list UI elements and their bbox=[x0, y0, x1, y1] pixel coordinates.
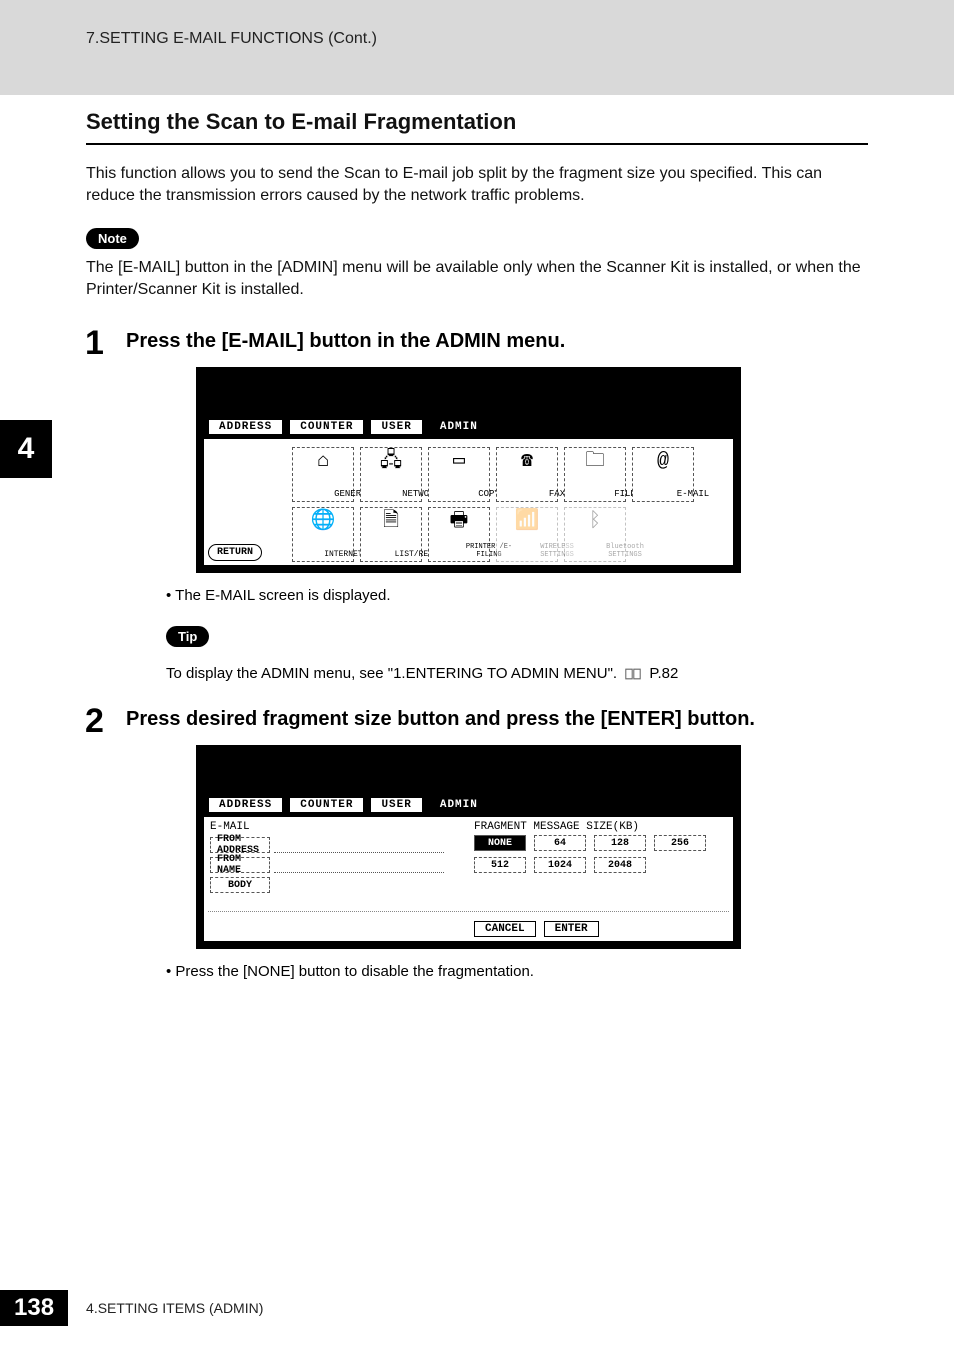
book-icon bbox=[625, 668, 641, 680]
tab-counter-2[interactable]: COUNTER bbox=[289, 797, 364, 813]
note-badge: Note bbox=[86, 228, 139, 249]
general-icon: ⌂ bbox=[317, 452, 329, 472]
copy-icon: ▭ bbox=[453, 452, 465, 472]
size-2048-button[interactable]: 2048 bbox=[594, 857, 646, 873]
internet-fax-icon: 🌐 bbox=[311, 512, 336, 532]
general-button[interactable]: ⌂GENERAL bbox=[292, 447, 354, 502]
email-button[interactable]: @E-MAIL bbox=[632, 447, 694, 502]
enter-button[interactable]: ENTER bbox=[544, 921, 599, 937]
file-button[interactable]: 🗀FILE bbox=[564, 447, 626, 502]
printer-icon: 🖶 bbox=[450, 512, 469, 532]
section-rule bbox=[86, 143, 868, 145]
bluetooth-settings-button: ᛒBluetooth SETTINGS bbox=[564, 507, 626, 562]
tip-text-content: To display the ADMIN menu, see "1.ENTERI… bbox=[166, 665, 617, 682]
step-number-2: 2 bbox=[85, 702, 104, 741]
network-icon: 🖧 bbox=[380, 452, 402, 472]
size-64-button[interactable]: 64 bbox=[534, 835, 586, 851]
size-1024-button[interactable]: 1024 bbox=[534, 857, 586, 873]
footer-text: 4.SETTING ITEMS (ADMIN) bbox=[86, 1300, 263, 1316]
fax-icon: ☎ bbox=[521, 452, 533, 472]
step-1-bullet: The E-MAIL screen is displayed. bbox=[166, 587, 868, 604]
return-button[interactable]: RETURN bbox=[208, 544, 262, 561]
tab-address-2[interactable]: ADDRESS bbox=[208, 797, 283, 813]
email-heading: E-MAIL bbox=[210, 821, 250, 833]
from-address-button[interactable]: FROM ADDRESS bbox=[210, 837, 270, 853]
size-512-button[interactable]: 512 bbox=[474, 857, 526, 873]
email-icon: @ bbox=[657, 452, 669, 472]
network-button[interactable]: 🖧NETWORK bbox=[360, 447, 422, 502]
tab-user-2[interactable]: USER bbox=[370, 797, 422, 813]
intro-text: This function allows you to send the Sca… bbox=[86, 163, 868, 206]
tab-counter[interactable]: COUNTER bbox=[289, 419, 364, 435]
running-header: 7.SETTING E-MAIL FUNCTIONS (Cont.) bbox=[86, 30, 377, 48]
wireless-icon: 📶 bbox=[515, 512, 540, 532]
note-text: The [E-MAIL] button in the [ADMIN] menu … bbox=[86, 257, 868, 300]
tab-address[interactable]: ADDRESS bbox=[208, 419, 283, 435]
tip-badge: Tip bbox=[166, 626, 209, 647]
tab-admin-2[interactable]: ADMIN bbox=[429, 797, 489, 813]
step-2-bullet: Press the [NONE] button to disable the f… bbox=[166, 963, 868, 980]
admin-menu-screenshot: ADDRESS COUNTER USER ADMIN ⌂GENERAL 🖧NET… bbox=[196, 367, 741, 573]
email-fragment-screenshot: ADDRESS COUNTER USER ADMIN E-MAIL FROM A… bbox=[196, 745, 741, 949]
list-report-button[interactable]: 🗎LIST/REPORT bbox=[360, 507, 422, 562]
cancel-button[interactable]: CANCEL bbox=[474, 921, 536, 937]
wireless-settings-button: 📶WIRELESS SETTINGS bbox=[496, 507, 558, 562]
page-number: 138 bbox=[0, 1290, 68, 1326]
list-report-icon: 🗎 bbox=[383, 512, 399, 532]
copy-button[interactable]: ▭COPY bbox=[428, 447, 490, 502]
size-128-button[interactable]: 128 bbox=[594, 835, 646, 851]
internet-fax-button[interactable]: 🌐INTERNET FAX bbox=[292, 507, 354, 562]
tip-text: To display the ADMIN menu, see "1.ENTERI… bbox=[166, 665, 868, 682]
tip-page-ref: P.82 bbox=[649, 665, 678, 682]
file-icon: 🗀 bbox=[585, 452, 605, 472]
section-title: Setting the Scan to E-mail Fragmentation bbox=[86, 109, 868, 135]
body-button[interactable]: BODY bbox=[210, 877, 270, 893]
chapter-side-tab: 4 bbox=[0, 420, 52, 478]
tab-user[interactable]: USER bbox=[370, 419, 422, 435]
bluetooth-icon: ᛒ bbox=[589, 512, 601, 532]
from-name-field bbox=[274, 857, 444, 873]
step-2-title: Press desired fragment size button and p… bbox=[126, 708, 868, 731]
tab-admin[interactable]: ADMIN bbox=[429, 419, 489, 435]
fragment-size-heading: FRAGMENT MESSAGE SIZE(KB) bbox=[474, 821, 639, 833]
from-address-field bbox=[274, 837, 444, 853]
size-none-button[interactable]: NONE bbox=[474, 835, 526, 851]
size-256-button[interactable]: 256 bbox=[654, 835, 706, 851]
step-number-1: 1 bbox=[85, 324, 104, 363]
from-name-button[interactable]: FROM NAME bbox=[210, 857, 270, 873]
printer-efiling-button[interactable]: 🖶PRINTER /E-FILING bbox=[428, 507, 490, 562]
step-1-title: Press the [E-MAIL] button in the ADMIN m… bbox=[126, 330, 868, 353]
fax-button[interactable]: ☎FAX bbox=[496, 447, 558, 502]
